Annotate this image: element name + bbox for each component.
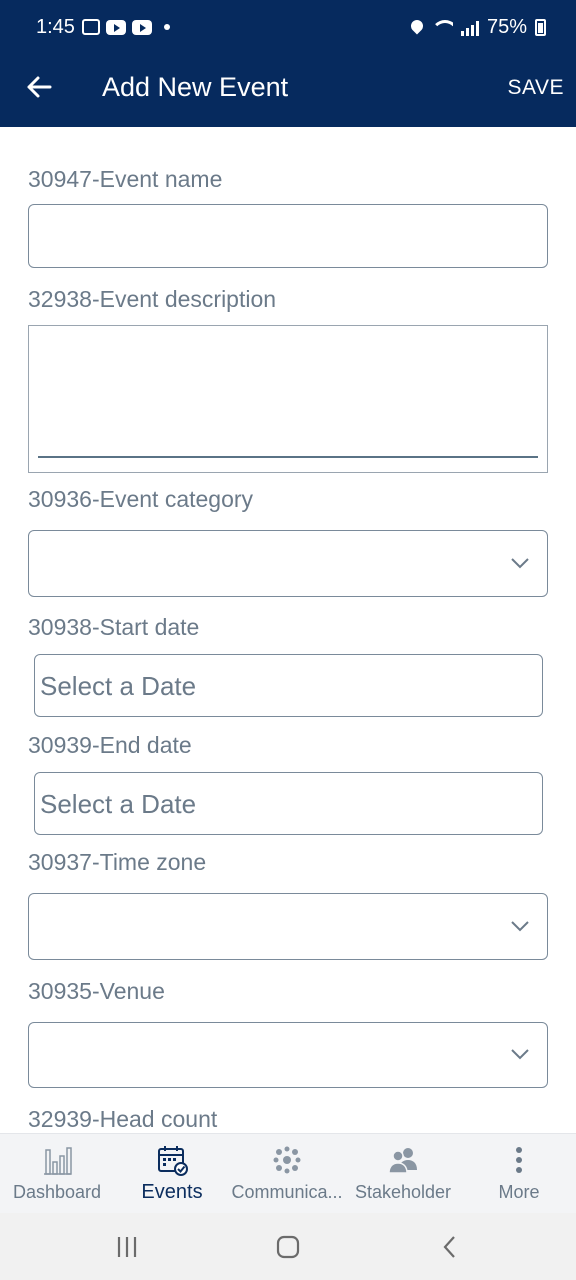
nav-item-label: Communica... (231, 1182, 343, 1202)
network-dots-icon (273, 1146, 301, 1174)
time-zone-select[interactable] (28, 893, 548, 960)
chevron-down-icon (511, 919, 529, 931)
nav-item-label: Stakeholder (354, 1182, 452, 1202)
end-date-placeholder: Select a Date (40, 789, 197, 819)
start-date-placeholder: Select a Date (40, 671, 197, 701)
save-button[interactable]: SAVE (508, 76, 564, 100)
back-nav-icon[interactable] (435, 1233, 465, 1261)
end-date-label: 30939-End date (28, 732, 192, 758)
event-name-input[interactable] (28, 204, 548, 268)
textarea-underline (38, 456, 538, 458)
nav-item-label: Dashboard (12, 1182, 102, 1202)
nav-item-more[interactable]: More (462, 1134, 576, 1214)
signal-icon (460, 20, 479, 36)
calendar-check-icon (158, 1146, 188, 1176)
people-icon (388, 1148, 417, 1174)
battery-icon (535, 19, 546, 36)
page-title: Add New Event (102, 72, 289, 102)
home-icon[interactable] (273, 1233, 303, 1261)
battery-percent: 75% (486, 16, 527, 38)
app-bar: 1:45 75% Add New Event SAVE (0, 0, 576, 127)
bottom-navigation: Dashboard Events Communica... Stakeholde… (0, 1133, 576, 1213)
system-navigation-bar (0, 1213, 576, 1280)
venue-select[interactable] (28, 1022, 548, 1088)
nav-item-communications[interactable]: Communica... (230, 1134, 344, 1214)
back-button[interactable] (24, 72, 54, 102)
bar-chart-icon (44, 1147, 72, 1175)
event-category-label: 30936-Event category (28, 486, 254, 512)
event-description-label: 32938-Event description (28, 286, 277, 312)
gallery-icon (82, 19, 100, 35)
nav-item-dashboard[interactable]: Dashboard (0, 1134, 114, 1214)
venue-label: 30935-Venue (28, 978, 165, 1004)
location-icon (411, 20, 423, 36)
youtube-icon (132, 19, 152, 35)
time-zone-label: 30937-Time zone (28, 849, 207, 875)
youtube-icon (106, 19, 126, 35)
nav-item-stakeholder[interactable]: Stakeholder (344, 1134, 462, 1214)
arrow-left-icon (27, 76, 52, 98)
start-date-input[interactable]: Select a Date (34, 654, 543, 717)
start-date-label: 30938-Start date (28, 614, 200, 640)
status-bar: 1:45 75% (0, 0, 576, 58)
nav-item-label: More (498, 1182, 540, 1202)
event-description-input[interactable] (28, 325, 548, 473)
nav-item-events[interactable]: Events (114, 1134, 230, 1214)
notification-icons (82, 19, 170, 35)
head-count-label: 32939-Head count (28, 1106, 218, 1132)
end-date-input[interactable]: Select a Date (34, 772, 543, 835)
nav-item-label: Events (141, 1181, 203, 1203)
more-vertical-icon (516, 1147, 522, 1173)
chevron-down-icon (511, 1047, 529, 1060)
more-notifications-icon (164, 24, 170, 30)
wifi-icon (430, 19, 453, 36)
system-status: 75% (411, 16, 546, 39)
chevron-down-icon (511, 556, 529, 568)
event-category-select[interactable] (28, 530, 548, 597)
event-name-label: 30947-Event name (28, 166, 223, 192)
status-time: 1:45 (36, 16, 75, 38)
recent-apps-icon[interactable] (112, 1233, 142, 1261)
